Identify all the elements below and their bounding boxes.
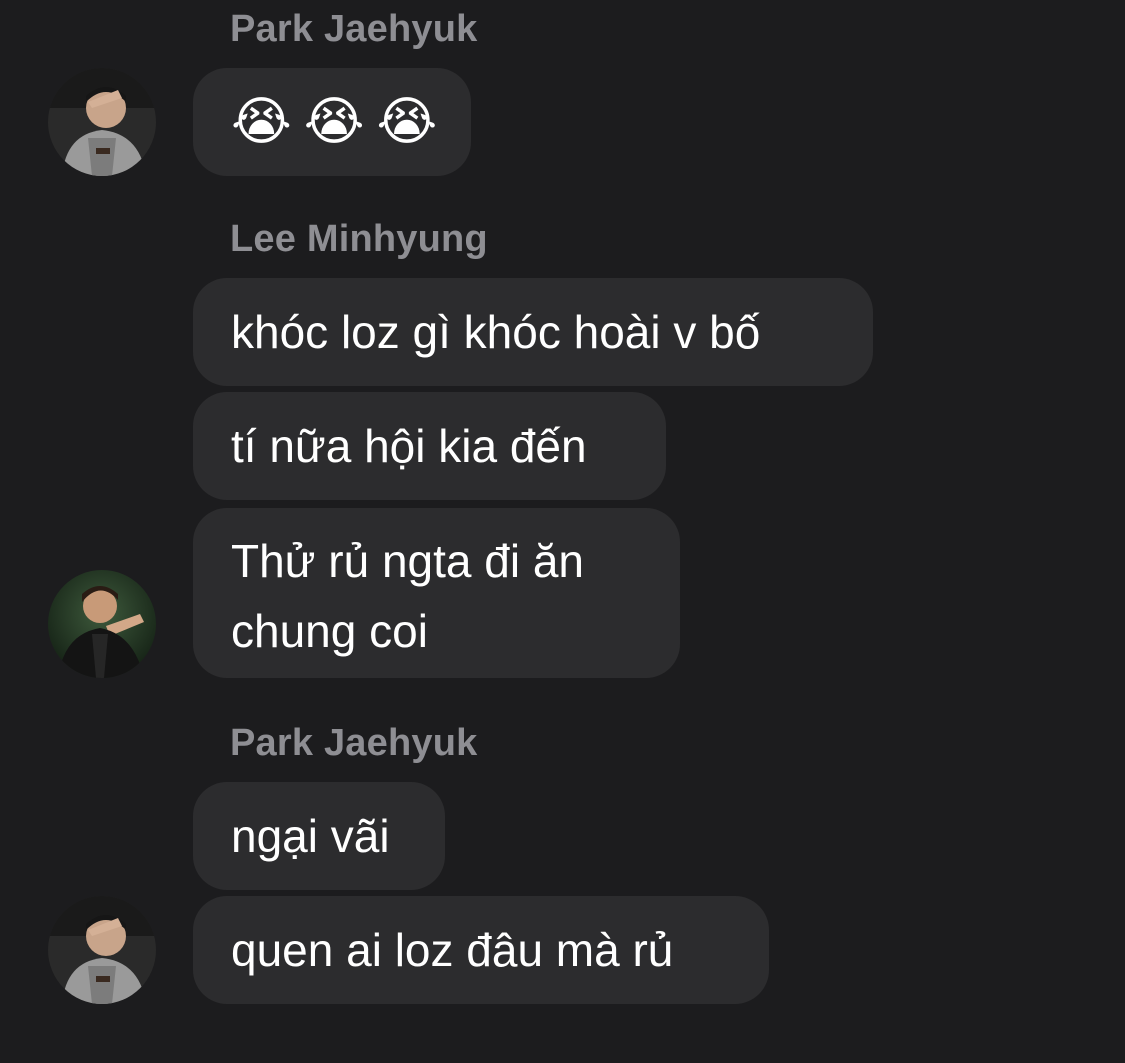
avatar-lee-minhyung[interactable] bbox=[48, 570, 156, 678]
message-bubble[interactable]: quen ai loz đâu mà rủ bbox=[193, 896, 769, 1004]
message-bubble[interactable]: Thử rủ ngta đi ăn chung coi bbox=[193, 508, 680, 678]
loudly-crying-face-icon: 😭 bbox=[376, 93, 438, 151]
avatar-park-jaehyuk[interactable] bbox=[48, 68, 156, 176]
message-bubble[interactable]: ngại vãi bbox=[193, 782, 445, 890]
loudly-crying-face-icon: 😭 bbox=[303, 93, 365, 151]
sender-name: Park Jaehyuk bbox=[230, 722, 478, 764]
message-text-line: Thử rủ ngta đi ăn bbox=[231, 535, 584, 587]
message-text: khóc loz gì khóc hoài v bố bbox=[231, 306, 761, 358]
avatar-park-jaehyuk[interactable] bbox=[48, 896, 156, 1004]
message-text-line: chung coi bbox=[231, 605, 428, 657]
sender-name: Lee Minhyung bbox=[230, 218, 488, 260]
sender-name: Park Jaehyuk bbox=[230, 8, 478, 50]
avatar-photo-icon bbox=[48, 68, 156, 176]
message-text: tí nữa hội kia đến bbox=[231, 420, 587, 472]
avatar-photo-icon bbox=[48, 570, 156, 678]
avatar-photo-icon bbox=[48, 896, 156, 1004]
message-bubble[interactable]: 😭 😭 😭 bbox=[193, 68, 471, 176]
message-bubble[interactable]: tí nữa hội kia đến bbox=[193, 392, 666, 500]
message-text: ngại vãi bbox=[231, 810, 390, 862]
message-text: quen ai loz đâu mà rủ bbox=[231, 924, 674, 976]
emoji-row: 😭 😭 😭 bbox=[231, 68, 437, 176]
message-bubble[interactable]: khóc loz gì khóc hoài v bố bbox=[193, 278, 873, 386]
loudly-crying-face-icon: 😭 bbox=[231, 93, 292, 151]
